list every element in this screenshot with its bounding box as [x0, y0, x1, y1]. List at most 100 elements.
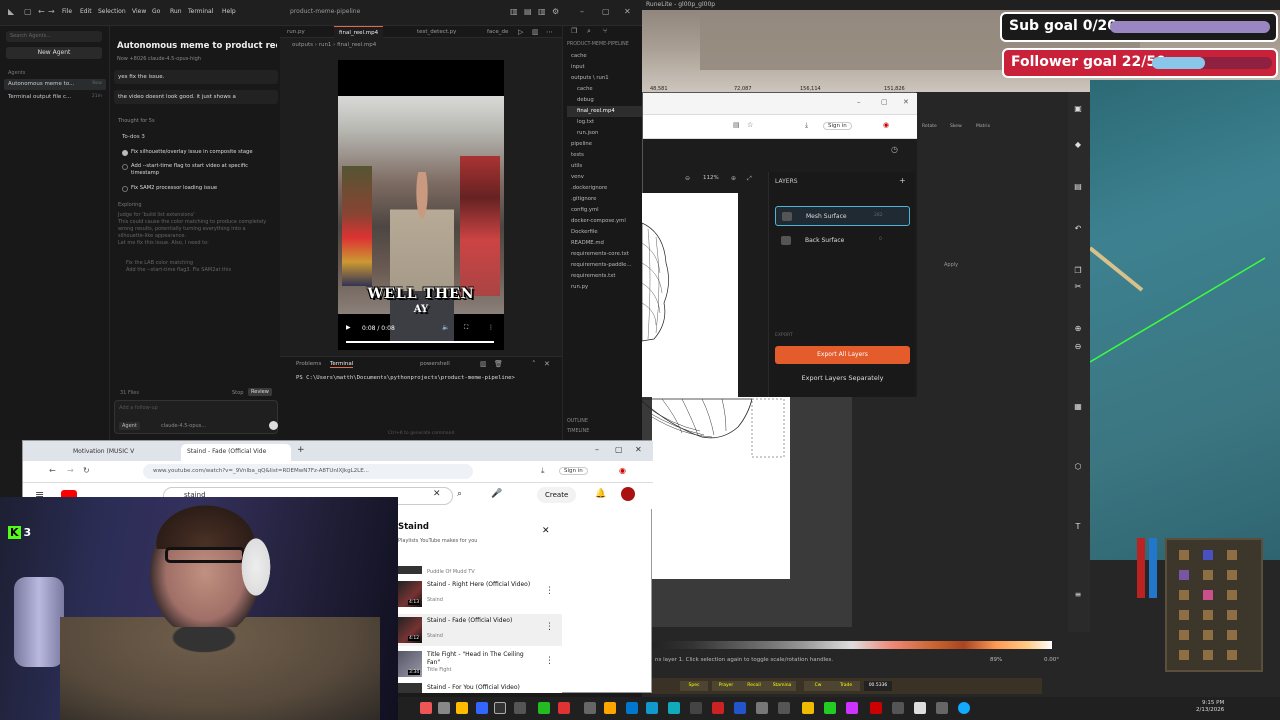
taskbar-app-icon[interactable] — [456, 702, 468, 714]
layout-icon[interactable]: ▢ — [24, 7, 32, 16]
url-input[interactable]: www.youtube.com/watch?v=_9Vnlba_qQ&list=… — [143, 464, 473, 479]
model-select[interactable]: claude-4.5-opus... — [161, 423, 206, 429]
undo-icon[interactable]: ↶ — [1072, 224, 1084, 234]
maximize-icon[interactable]: ▢ — [615, 445, 623, 454]
close-playlist-icon[interactable]: ✕ — [542, 526, 550, 536]
close-panel-icon[interactable]: ✕ — [544, 360, 550, 368]
taskbar-app-icon[interactable] — [646, 702, 658, 714]
extension-icon[interactable]: ◉ — [619, 466, 626, 475]
file-tree-item[interactable]: debug — [567, 95, 643, 106]
todo-header[interactable]: To-dos 3 — [122, 134, 145, 140]
tab-test-detect[interactable]: test_detect.py — [412, 26, 461, 38]
mic-icon[interactable]: 🎤 — [491, 489, 502, 499]
file-tree-item[interactable]: requirements-core.txt — [567, 249, 643, 260]
tab-skew[interactable]: Skew — [950, 124, 962, 129]
reader-icon[interactable]: ▤ — [733, 121, 740, 129]
timeline-section[interactable]: TIMELINE — [567, 429, 589, 434]
minimize-icon[interactable]: – — [595, 445, 599, 454]
hud-button[interactable]: Prayer — [712, 681, 740, 691]
menu-go[interactable]: Go — [152, 8, 160, 15]
file-tree-item[interactable]: requirements.txt — [567, 271, 643, 282]
shell-label[interactable]: powershell — [420, 361, 450, 367]
taskbar-app-icon[interactable] — [584, 702, 596, 714]
run-icon[interactable]: ▷ — [518, 28, 523, 36]
explorer-git-icon[interactable]: ⑂ — [603, 27, 607, 35]
file-tree-item[interactable]: run.py — [567, 282, 643, 293]
layer-row[interactable]: Back Surface 0 — [775, 231, 910, 251]
file-tree-item[interactable]: venv — [567, 172, 643, 183]
fullscreen-icon[interactable]: ⛶ — [464, 324, 468, 332]
exploring-label[interactable]: Exploring — [118, 202, 142, 208]
new-tab-icon[interactable]: + — [297, 445, 305, 455]
menu-icon[interactable]: ≡ — [1072, 590, 1084, 600]
close-icon[interactable]: ✕ — [903, 98, 909, 106]
file-tree-item[interactable]: README.md — [567, 238, 643, 249]
taskbar-app-icon[interactable] — [802, 702, 814, 714]
maximize-panel-icon[interactable]: ˄ — [532, 360, 536, 368]
layer-row[interactable]: Mesh Surface 282 — [775, 206, 910, 226]
fit-icon[interactable]: ⤢ — [747, 175, 752, 183]
video-title[interactable]: Staind - For You (Official Video) — [427, 684, 520, 691]
reload-icon[interactable]: ↻ — [83, 466, 90, 475]
explorer-files-icon[interactable]: ❐ — [571, 27, 577, 35]
game-inventory[interactable] — [1165, 538, 1263, 672]
file-tree-item[interactable]: run.json — [567, 128, 643, 139]
file-tree-item[interactable]: .gitignore — [567, 194, 643, 205]
file-tree-item[interactable]: cache — [567, 84, 643, 95]
panel-right-icon[interactable]: ▥ — [538, 7, 546, 16]
zoom-in-icon[interactable]: ⊕ — [1072, 324, 1084, 334]
rotation-value[interactable]: 0.00° — [1044, 657, 1059, 663]
taskbar-app-icon[interactable] — [668, 702, 680, 714]
file-tree-item[interactable]: .dockerignore — [567, 183, 643, 194]
bell-icon[interactable]: 🔔 — [595, 489, 606, 499]
menu-run[interactable]: Run — [170, 8, 182, 15]
hud-button[interactable]: Recoil — [740, 681, 768, 691]
tool-icon[interactable]: ▤ — [1072, 182, 1084, 192]
file-tree-item[interactable]: requirements-paddle... — [567, 260, 643, 271]
taskbar-app-icon[interactable] — [538, 702, 550, 714]
close-icon[interactable]: ✕ — [635, 445, 642, 454]
taskbar-app-icon[interactable] — [476, 702, 488, 714]
more-options-icon[interactable]: ⋮ — [545, 586, 554, 596]
file-tree-item[interactable]: log.txt — [567, 117, 643, 128]
taskbar-app-icon[interactable] — [756, 702, 768, 714]
playlist-item[interactable]: 4:13 Staind - Right Here (Official Video… — [398, 578, 562, 610]
hud-button[interactable]: Trade — [832, 681, 860, 691]
file-tree-item[interactable]: utils — [567, 161, 643, 172]
zoom-value[interactable]: 89% — [990, 657, 1002, 663]
taskbar-app-icon[interactable] — [690, 702, 702, 714]
menu-terminal[interactable]: Terminal — [188, 8, 213, 15]
apply-button[interactable]: Apply — [944, 262, 958, 268]
file-tree-item[interactable]: input — [567, 62, 643, 73]
menu-view[interactable]: View — [132, 8, 146, 15]
taskbar-app-icon[interactable] — [712, 702, 724, 714]
todo-item[interactable]: Fix SAM2 processor loading issue — [122, 185, 272, 192]
extension-icon[interactable]: ◉ — [883, 121, 889, 129]
todo-item[interactable]: Fix silhouette/overlay issue in composit… — [122, 149, 272, 156]
tab-problems[interactable]: Problems — [296, 361, 321, 367]
clear-search-icon[interactable]: ✕ — [433, 489, 441, 499]
close-icon[interactable]: ✕ — [624, 7, 631, 16]
breadcrumb[interactable]: outputs › run1 › final_reel.mp4 — [292, 42, 376, 48]
hud-button[interactable]: Cw — [804, 681, 832, 691]
taskbar-app-icon[interactable] — [734, 702, 746, 714]
outline-section[interactable]: OUTLINE — [567, 419, 588, 424]
download-icon[interactable]: ⤓ — [541, 466, 545, 476]
taskbar-app-icon[interactable] — [958, 702, 970, 714]
menu-file[interactable]: File — [62, 8, 72, 15]
send-icon[interactable] — [269, 421, 278, 430]
minimize-icon[interactable]: – — [857, 98, 861, 106]
explorer-search-icon[interactable]: ⌕ — [587, 27, 591, 36]
file-tree-item[interactable]: pipeline — [567, 139, 643, 150]
forward-icon[interactable]: → — [67, 466, 74, 475]
back-icon[interactable]: ← — [38, 7, 45, 16]
taskbar-app-icon[interactable] — [936, 702, 948, 714]
playlist-item-current[interactable]: 4:12 Staind - Fade (Official Video) Stai… — [398, 614, 562, 646]
todo-item[interactable]: Add --start-time flag to start video at … — [122, 163, 272, 177]
file-tree-item[interactable]: outputs \ run1 — [567, 73, 643, 84]
video-player[interactable]: WELL THEN AY ▶ 0:08 / 0:08 🔈 ⛶ ⋮ — [338, 60, 504, 350]
taskbar-app-icon[interactable] — [846, 702, 858, 714]
terminal-prompt[interactable]: PS C:\Users\matth\Documents\pythonprojec… — [296, 375, 515, 381]
browser-tab[interactable]: Motivation (MUSIC V — [67, 444, 177, 461]
volume-icon[interactable]: 🔈 — [442, 324, 449, 331]
